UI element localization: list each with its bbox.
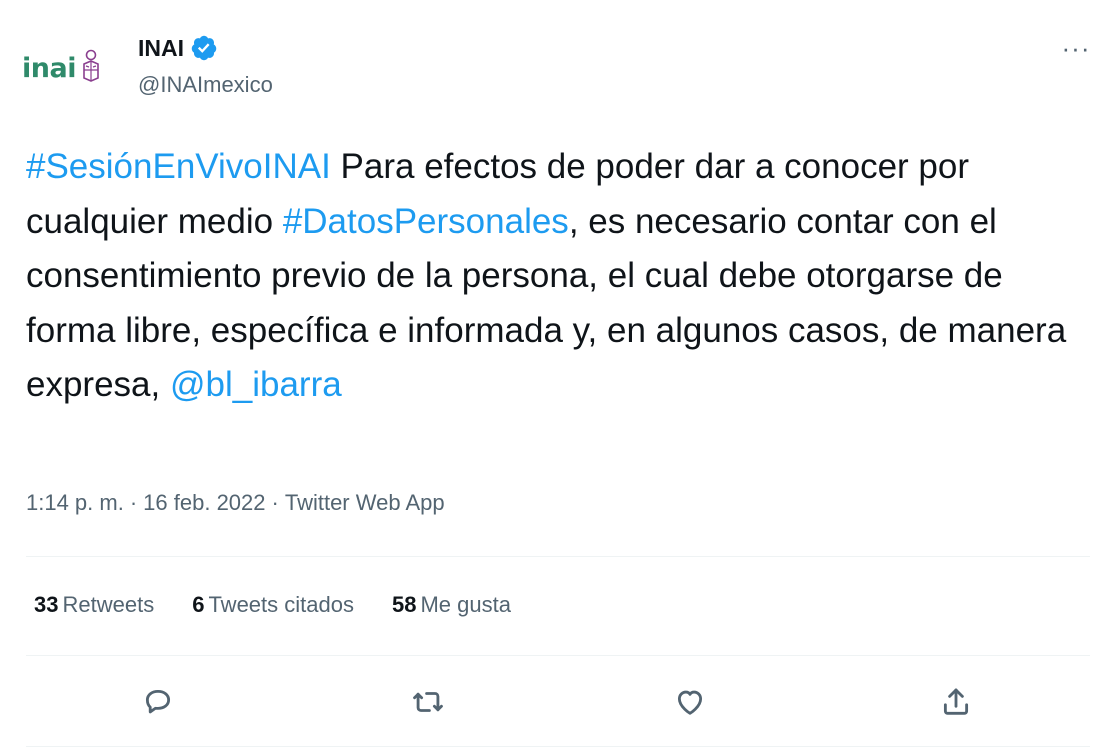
tweet-time[interactable]: 1:14 p. m.: [26, 490, 124, 515]
divider: [26, 556, 1090, 557]
like-button[interactable]: [670, 682, 710, 722]
retweets-stat[interactable]: 33 Retweets: [34, 592, 154, 618]
hashtag-link[interactable]: #SesiónEnVivoINAI: [26, 147, 331, 186]
reply-icon: [145, 689, 171, 714]
tweet-date[interactable]: 16 feb. 2022: [143, 490, 265, 515]
quote-tweets-stat[interactable]: 6 Tweets citados: [192, 592, 354, 618]
hashtag-link[interactable]: #DatosPersonales: [283, 202, 569, 241]
divider: [26, 746, 1090, 747]
meta-separator: ·: [271, 490, 279, 515]
inai-logo-icon: [83, 49, 99, 82]
reply-button[interactable]: [138, 682, 178, 722]
likes-stat[interactable]: 58 Me gusta: [392, 592, 511, 618]
tweet-card: inai INAI @INAImexico ··· #SesiónEnVivoI…: [0, 0, 1120, 752]
meta-separator: ·: [129, 490, 138, 515]
avatar[interactable]: inai: [22, 40, 118, 96]
divider: [26, 655, 1090, 656]
author-name-row[interactable]: INAI: [138, 34, 218, 62]
retweets-label: Retweets: [62, 592, 155, 617]
quote-tweets-count: 6: [192, 592, 205, 617]
tweet-source-app[interactable]: Twitter Web App: [285, 490, 445, 515]
avatar-logo-text: inai: [22, 52, 76, 84]
tweet-stats: 33 Retweets 6 Tweets citados 58 Me gusta: [34, 592, 511, 618]
like-icon: [677, 690, 703, 715]
share-button[interactable]: [936, 682, 976, 722]
quote-tweets-label: Tweets citados: [208, 592, 354, 617]
author-handle[interactable]: @INAImexico: [138, 72, 273, 98]
verified-badge-icon: [191, 35, 217, 61]
tweet-text: #SesiónEnVivoINAI Para efectos de poder …: [26, 140, 1096, 413]
retweet-icon: [413, 692, 443, 712]
retweet-button[interactable]: [408, 682, 448, 722]
likes-label: Me gusta: [420, 592, 511, 617]
likes-count: 58: [391, 592, 417, 617]
more-icon: ···: [1061, 32, 1091, 63]
mention-link[interactable]: @bl_ibarra: [170, 365, 342, 404]
display-name[interactable]: INAI: [138, 35, 184, 62]
share-icon: [943, 688, 969, 715]
retweets-count: 33: [34, 592, 59, 617]
more-options-button[interactable]: ···: [1058, 30, 1094, 66]
tweet-meta: 1:14 p. m. · 16 feb. 2022 · Twitter Web App: [26, 490, 445, 516]
